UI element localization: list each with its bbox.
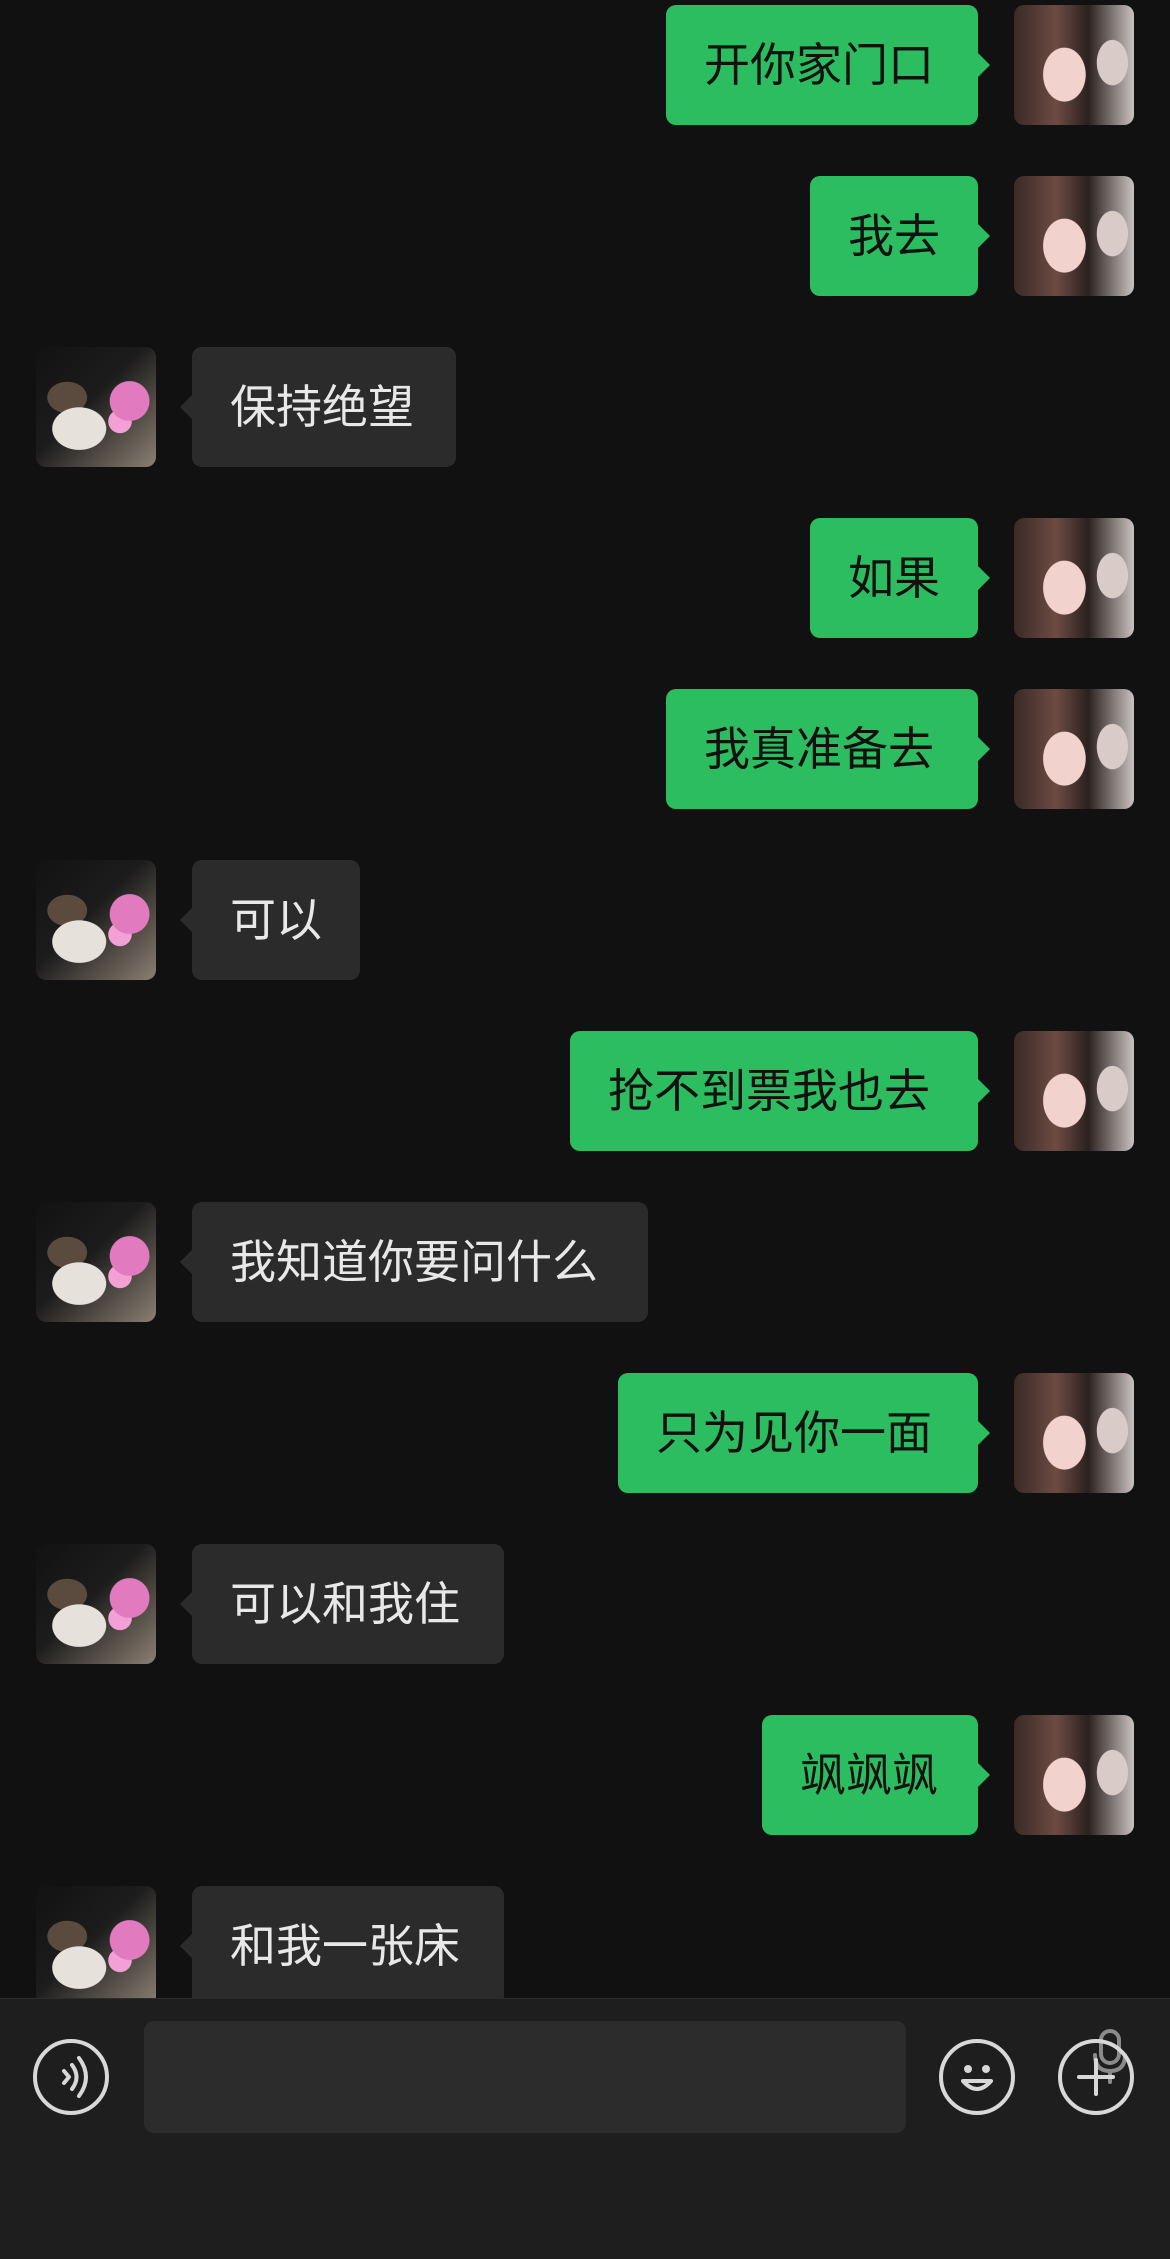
message-bubble-sent[interactable]: 开你家门口 bbox=[666, 5, 990, 125]
message-bubble-received[interactable]: 可以和我住 bbox=[180, 1544, 504, 1664]
my-avatar[interactable] bbox=[1014, 176, 1134, 296]
my-avatar[interactable] bbox=[1014, 1715, 1134, 1835]
voice-toggle-button[interactable] bbox=[33, 2039, 109, 2115]
my-avatar[interactable] bbox=[1014, 689, 1134, 809]
message-bubble-received[interactable]: 可以 bbox=[180, 860, 360, 980]
contact-avatar[interactable] bbox=[36, 860, 156, 980]
message-row-sent: 抢不到票我也去 bbox=[0, 1031, 1170, 1151]
message-bubble-sent[interactable]: 我去 bbox=[810, 176, 990, 296]
message-row-sent: 只为见你一面 bbox=[0, 1373, 1170, 1493]
message-row-received: 和我一张床 bbox=[0, 1886, 1170, 1998]
message-row-sent: 开你家门口 bbox=[0, 5, 1170, 125]
message-bubble-sent[interactable]: 我真准备去 bbox=[666, 689, 990, 809]
my-avatar[interactable] bbox=[1014, 5, 1134, 125]
message-row-sent: 我去 bbox=[0, 176, 1170, 296]
my-avatar[interactable] bbox=[1014, 1373, 1134, 1493]
message-bubble-sent[interactable]: 飒飒飒 bbox=[762, 1715, 990, 1835]
plus-icon bbox=[1077, 2058, 1115, 2096]
contact-avatar[interactable] bbox=[36, 1886, 156, 1998]
message-row-received: 可以和我住 bbox=[0, 1544, 1170, 1664]
message-bubble-received[interactable]: 我知道你要问什么 bbox=[180, 1202, 648, 1322]
composer-bar bbox=[0, 1998, 1170, 2259]
message-row-received: 保持绝望 bbox=[0, 347, 1170, 467]
message-bubble-received[interactable]: 和我一张床 bbox=[180, 1886, 504, 1998]
message-row-sent: 如果 bbox=[0, 518, 1170, 638]
more-actions-button[interactable] bbox=[1058, 2039, 1134, 2115]
emoji-icon bbox=[961, 2065, 993, 2091]
emoji-button[interactable] bbox=[939, 2039, 1015, 2115]
message-list[interactable]: 开你家门口 我去 保持绝望 如果 我真准备去 可以 抢不到票我也去 我知道你要问… bbox=[0, 0, 1170, 1998]
message-row-received: 我知道你要问什么 bbox=[0, 1202, 1170, 1322]
my-avatar[interactable] bbox=[1014, 518, 1134, 638]
my-avatar[interactable] bbox=[1014, 1031, 1134, 1151]
message-bubble-received[interactable]: 保持绝望 bbox=[180, 347, 456, 467]
message-bubble-sent[interactable]: 如果 bbox=[810, 518, 990, 638]
message-bubble-sent[interactable]: 只为见你一面 bbox=[618, 1373, 990, 1493]
message-row-sent: 飒飒飒 bbox=[0, 1715, 1170, 1835]
contact-avatar[interactable] bbox=[36, 1202, 156, 1322]
message-input[interactable] bbox=[144, 2021, 906, 2133]
message-row-sent: 我真准备去 bbox=[0, 689, 1170, 809]
voice-toggle-icon bbox=[62, 2056, 88, 2098]
message-row-received: 可以 bbox=[0, 860, 1170, 980]
contact-avatar[interactable] bbox=[36, 347, 156, 467]
message-bubble-sent[interactable]: 抢不到票我也去 bbox=[570, 1031, 990, 1151]
contact-avatar[interactable] bbox=[36, 1544, 156, 1664]
